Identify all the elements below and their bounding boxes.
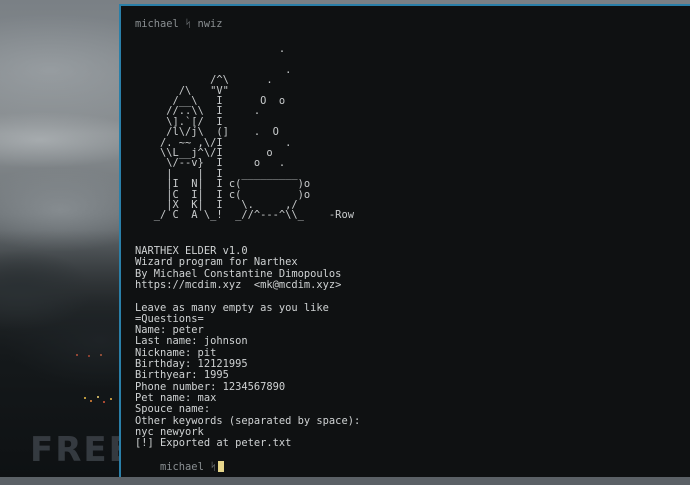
ascii-art-line: .: [135, 43, 286, 55]
city-light: [90, 400, 92, 402]
terminal-prompt-bottom[interactable]: michael ᛋ: [135, 449, 225, 485]
output-line: [!] Exported at peter.txt: [135, 437, 292, 450]
terminal-window[interactable]: michael ᛋ nwiz . . /^\ . /\ "V" /__\ I O…: [119, 4, 690, 477]
city-light: [84, 397, 86, 399]
output-line: https://mcdim.xyz <mk@mcdim.xyz>: [135, 278, 342, 291]
city-light: [100, 354, 102, 356]
city-light: [88, 355, 90, 357]
city-light: [97, 396, 99, 398]
terminal-prompt-top: michael ᛋ nwiz: [135, 18, 223, 30]
prompt-text: michael ᛋ: [160, 460, 217, 473]
city-light: [76, 354, 78, 356]
ascii-art-line: _/ C A \_! _//^---^\\_ -Row: [135, 209, 354, 222]
city-light: [110, 398, 112, 400]
terminal-cursor: [218, 460, 225, 472]
city-light: [103, 401, 105, 403]
